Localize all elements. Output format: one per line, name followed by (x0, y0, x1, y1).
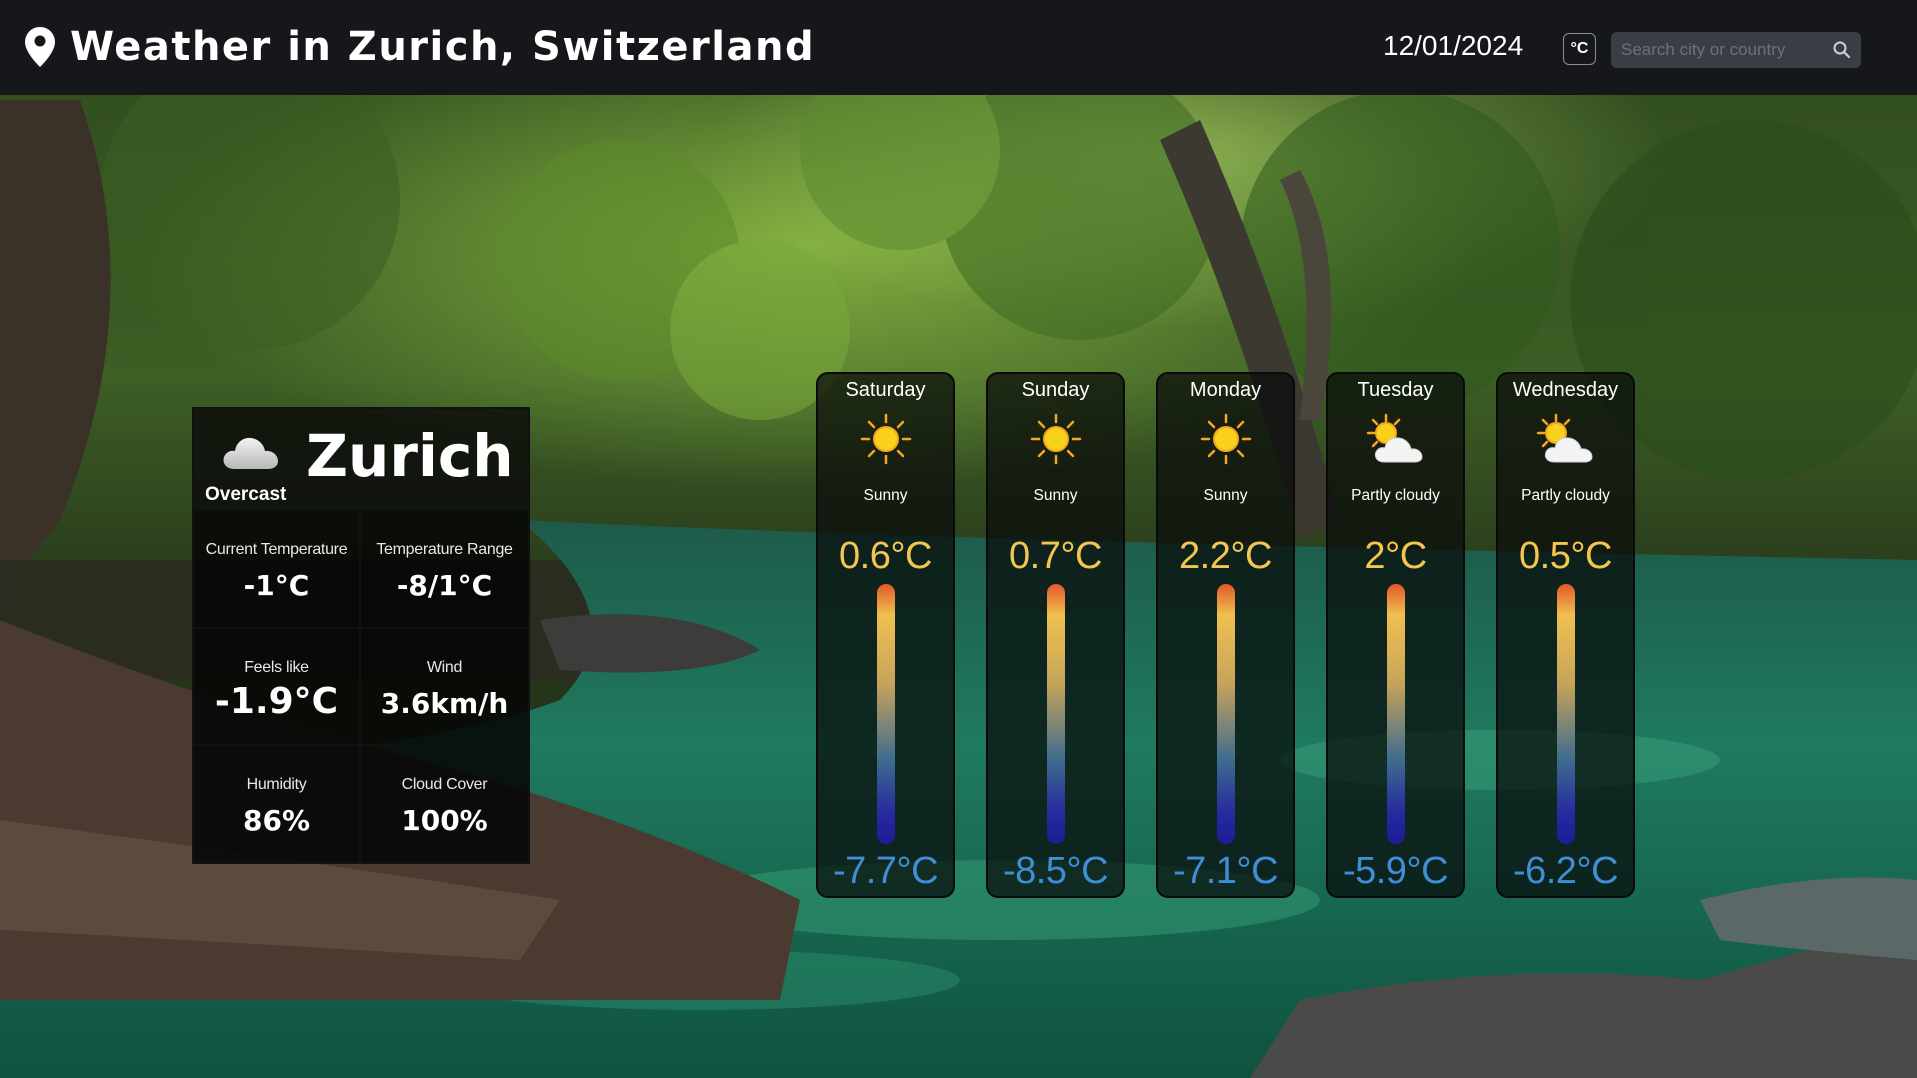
forecast-high-temp: 0.5°C (1519, 535, 1612, 577)
current-date: 12/01/2024 (1383, 30, 1524, 61)
forecast-day: Wednesday (1512, 379, 1619, 401)
stat-temperature-range: Temperature Range -8/1°C (361, 509, 528, 627)
forecast-low-temp: -7.7°C (832, 850, 939, 892)
forecast-low-temp: -5.9°C (1342, 850, 1449, 892)
forecast-card-saturday[interactable]: Saturday Sunny 0.6°C -7.7°C (816, 372, 955, 898)
stat-cloud-cover: Cloud Cover 100% (361, 744, 528, 862)
stat-current-temperature: Current Temperature -1°C (194, 509, 361, 627)
stat-label: Current Temperature (205, 541, 348, 558)
sun-icon (860, 413, 911, 465)
temperature-range-bar (1556, 584, 1575, 844)
forecast-condition: Partly cloudy (1351, 487, 1440, 504)
forecast-condition: Sunny (1033, 487, 1078, 504)
stat-label: Cloud Cover (401, 776, 488, 794)
forecast-day: Tuesday (1357, 379, 1434, 401)
current-stats-grid: Current Temperature -1°C Temperature Ran… (194, 509, 528, 862)
forecast-card-sunday[interactable]: Sunday Sunny 0.7°C -8.5°C (986, 372, 1125, 898)
unit-toggle-button[interactable]: °C (1563, 33, 1596, 65)
stat-value: -1°C (243, 569, 310, 602)
forecast-condition: Sunny (1203, 487, 1248, 504)
forecast-high-temp: 0.7°C (1009, 535, 1102, 577)
sun-icon (1200, 413, 1251, 465)
forecast-card-wednesday[interactable]: Wednesday Partly cloudy 0.5°C -6.2°C (1496, 372, 1635, 898)
temperature-range-bar (1386, 584, 1405, 844)
forecast-day: Monday (1189, 379, 1262, 401)
temperature-range-bar (876, 584, 895, 844)
stat-value: 86% (242, 804, 311, 838)
city-name: Zurich (306, 422, 514, 490)
cloud-icon (223, 437, 278, 469)
stat-label: Wind (426, 658, 463, 676)
partly-cloudy-icon (1366, 413, 1423, 463)
location-pin-icon (25, 27, 55, 67)
forecast-card-monday[interactable]: Monday Sunny 2.2°C -7.1°C (1156, 372, 1295, 898)
stat-label: Temperature Range (376, 541, 513, 558)
stat-label: Humidity (246, 776, 307, 794)
current-weather-card: Zurich Overcast Current Temperature -1°C… (192, 407, 530, 864)
forecast-condition: Partly cloudy (1521, 487, 1610, 504)
sun-icon (1030, 413, 1081, 465)
temperature-range-bar (1046, 584, 1065, 844)
forecast-card-tuesday[interactable]: Tuesday Partly cloudy 2°C -5.9°C (1326, 372, 1465, 898)
forecast-condition: Sunny (863, 487, 908, 504)
current-condition: Overcast (205, 484, 287, 505)
page-title: Weather in Zurich, Switzerland (70, 24, 816, 70)
search-input[interactable] (1611, 32, 1826, 68)
stat-humidity: Humidity 86% (194, 744, 361, 862)
forecast-high-temp: 0.6°C (839, 535, 932, 577)
forecast-day: Sunday (1021, 379, 1090, 401)
stat-value: -8/1°C (396, 569, 493, 602)
forecast-low-temp: -8.5°C (1002, 850, 1109, 892)
stat-value: 3.6km/h (380, 686, 509, 720)
stat-value: -1.9°C (214, 680, 339, 722)
stat-label: Feels like (244, 658, 309, 676)
forecast-low-temp: -6.2°C (1512, 850, 1619, 892)
temperature-range-bar (1216, 584, 1235, 844)
stat-feels-like: Feels like -1.9°C (194, 626, 361, 745)
forecast-high-temp: 2°C (1364, 535, 1427, 577)
forecast-day: Saturday (845, 379, 926, 401)
stat-value: 100% (401, 804, 488, 838)
partly-cloudy-icon (1536, 413, 1593, 463)
search-box (1611, 32, 1861, 68)
search-icon[interactable] (1832, 40, 1852, 60)
forecast-high-temp: 2.2°C (1179, 535, 1272, 577)
stat-wind: Wind 3.6km/h (361, 626, 528, 745)
app-header: Weather in Zurich, Switzerland 12/01/202… (0, 0, 1917, 95)
forecast-low-temp: -7.1°C (1172, 850, 1279, 892)
